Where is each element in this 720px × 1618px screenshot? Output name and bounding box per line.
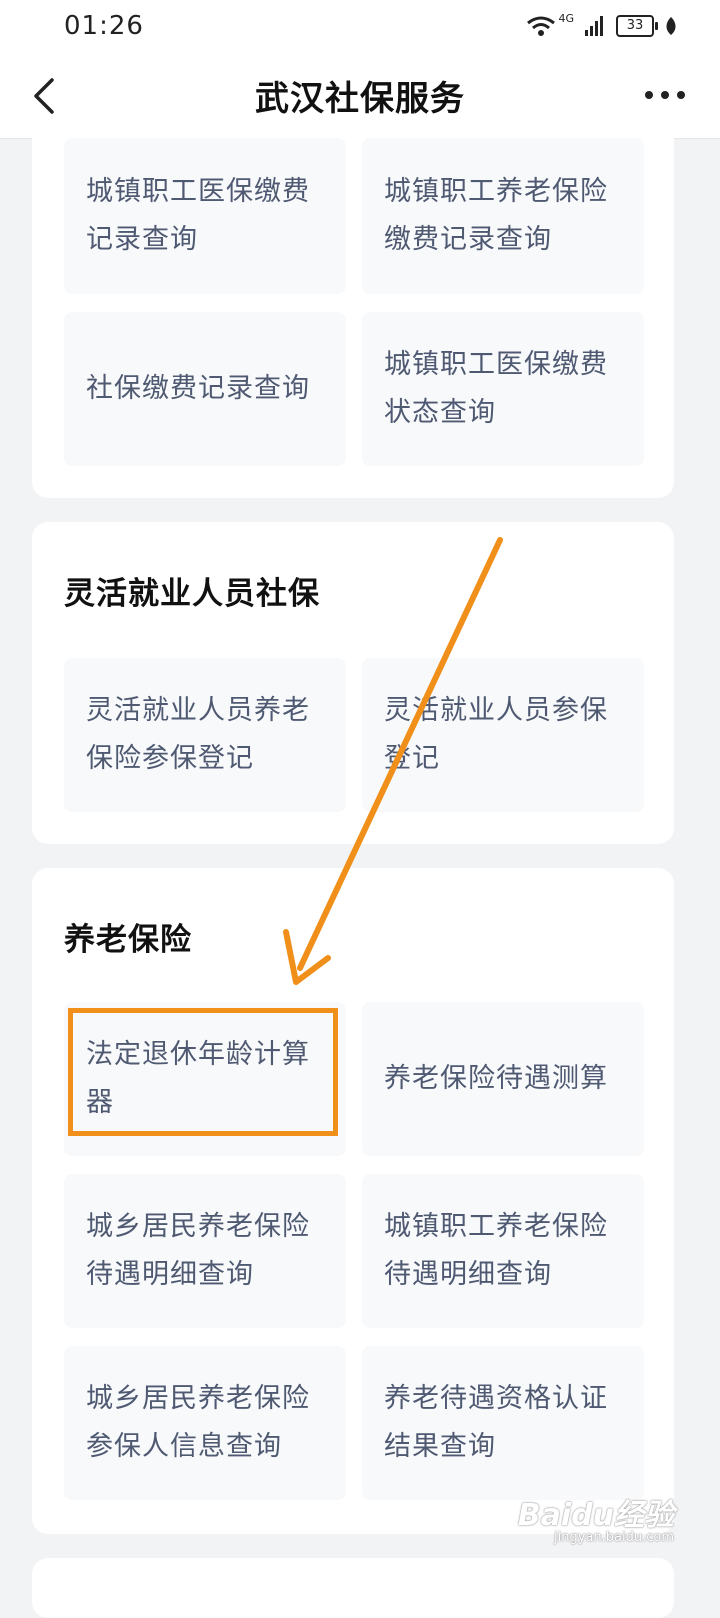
tile-pension-qualification-result[interactable]: 养老待遇资格认证结果查询 bbox=[362, 1346, 644, 1500]
tile-medical-payment-status[interactable]: 城镇职工医保缴费状态查询 bbox=[362, 312, 644, 466]
tile-pension-benefit-estimate[interactable]: 养老保险待遇测算 bbox=[362, 1002, 644, 1156]
watermark-logo: Baidu经验 bbox=[517, 1498, 674, 1533]
tile-rural-pension-insured-info[interactable]: 城乡居民养老保险参保人信息查询 bbox=[64, 1346, 346, 1500]
tile-label: 城镇职工养老保险待遇明细查询 bbox=[384, 1211, 608, 1290]
tile-label: 城镇职工养老保险缴费记录查询 bbox=[384, 176, 608, 255]
status-icons: 4G 33 bbox=[526, 11, 678, 37]
tile-label: 灵活就业人员养老保险参保登记 bbox=[86, 695, 310, 774]
chevron-left-icon bbox=[34, 78, 54, 114]
tile-pension-payment-record[interactable]: 城镇职工养老保险缴费记录查询 bbox=[362, 138, 644, 294]
section-title: 养老保险 bbox=[64, 922, 192, 958]
tile-urban-pension-benefit-detail[interactable]: 城镇职工养老保险待遇明细查询 bbox=[362, 1174, 644, 1328]
back-button[interactable] bbox=[26, 74, 66, 118]
tile-label: 城乡居民养老保险待遇明细查询 bbox=[86, 1211, 310, 1290]
tile-label: 社保缴费记录查询 bbox=[86, 373, 310, 404]
tile-label: 城乡居民养老保险参保人信息查询 bbox=[86, 1383, 310, 1462]
battery-icon: 33 bbox=[616, 15, 658, 37]
signal-icon bbox=[585, 16, 603, 36]
nav-bar: 武汉社保服务 bbox=[0, 52, 720, 139]
tile-social-payment-record[interactable]: 社保缴费记录查询 bbox=[64, 312, 346, 466]
page-title: 武汉社保服务 bbox=[255, 78, 465, 119]
section-title: 灵活就业人员社保 bbox=[64, 576, 320, 612]
wifi-icon bbox=[527, 16, 556, 36]
section-card-flexible-employment: 灵活就业人员社保 灵活就业人员养老保险参保登记 灵活就业人员参保登记 bbox=[32, 522, 674, 844]
tile-flexible-registration[interactable]: 灵活就业人员参保登记 bbox=[362, 658, 644, 812]
tile-retirement-age-calculator[interactable]: 法定退休年龄计算器 bbox=[64, 1002, 346, 1156]
section-card-social-insurance-query: 城镇职工医保缴费记录查询 城镇职工养老保险缴费记录查询 社保缴费记录查询 城镇职… bbox=[32, 138, 674, 498]
tile-label: 灵活就业人员参保登记 bbox=[384, 695, 608, 774]
tile-medical-payment-record[interactable]: 城镇职工医保缴费记录查询 bbox=[64, 138, 346, 294]
tile-label: 法定退休年龄计算器 bbox=[86, 1039, 310, 1118]
more-button[interactable] bbox=[640, 80, 690, 110]
tile-label: 养老保险待遇测算 bbox=[384, 1063, 608, 1094]
status-time: 01:26 bbox=[64, 11, 144, 41]
tile-label: 养老待遇资格认证结果查询 bbox=[384, 1383, 608, 1462]
next-section-card bbox=[32, 1558, 674, 1618]
tile-label: 城镇职工医保缴费状态查询 bbox=[384, 349, 608, 428]
network-type: 4G bbox=[558, 11, 574, 25]
tile-rural-pension-benefit-detail[interactable]: 城乡居民养老保险待遇明细查询 bbox=[64, 1174, 346, 1328]
leaf-icon bbox=[666, 17, 676, 35]
watermark: Baidu经验 jingyan.baidu.com bbox=[518, 1490, 674, 1545]
more-icon bbox=[645, 91, 685, 99]
tile-label: 城镇职工医保缴费记录查询 bbox=[86, 176, 310, 255]
section-card-pension-insurance: 养老保险 法定退休年龄计算器 养老保险待遇测算 城乡居民养老保险待遇明细查询 城… bbox=[32, 868, 674, 1534]
tile-flexible-pension-registration[interactable]: 灵活就业人员养老保险参保登记 bbox=[64, 658, 346, 812]
status-bar: 01:26 4G 33 bbox=[0, 0, 720, 52]
